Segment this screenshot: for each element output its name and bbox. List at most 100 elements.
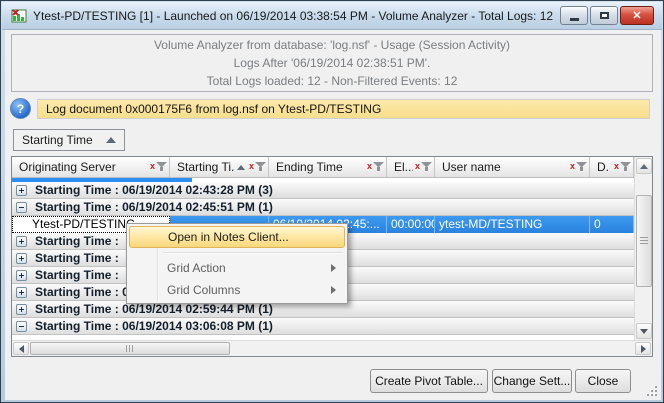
menu-item-label: Grid Action bbox=[167, 261, 226, 275]
submenu-arrow-icon bbox=[331, 286, 336, 294]
column-header-ending-time[interactable]: Ending Timex bbox=[269, 157, 387, 177]
column-header-originating-server[interactable]: Originating Serverx bbox=[12, 157, 170, 177]
context-menu: Open in Notes Client... Grid Action Grid C… bbox=[126, 223, 348, 304]
filter-funnel bbox=[373, 161, 384, 173]
menu-item-label: Grid Columns bbox=[167, 283, 240, 297]
filter-x-mark: x bbox=[367, 161, 372, 171]
cell[interactable]: 00:00:00 bbox=[387, 216, 435, 233]
group-by-chip-starting-time[interactable]: Starting Time bbox=[13, 129, 125, 151]
titlebar[interactable]: Ytest-PD/TESTING [1] - Launched on 06/19… bbox=[2, 2, 662, 30]
group-row[interactable]: Starting Time : 06/19/2014 02:43:28 PM (… bbox=[12, 182, 634, 199]
column-header-label: Originating Server bbox=[19, 160, 148, 174]
column-header-label: El... bbox=[394, 160, 413, 174]
grid-header: Originating ServerxStarting Ti...xEnding… bbox=[12, 157, 634, 178]
expand-icon[interactable] bbox=[16, 185, 27, 196]
expand-icon[interactable] bbox=[16, 304, 27, 315]
scroll-left-button[interactable] bbox=[13, 342, 29, 355]
info-line: Total Logs loaded: 12 - Non-Filtered Eve… bbox=[207, 72, 458, 90]
footer-button-close[interactable]: Close bbox=[575, 369, 631, 393]
filter-icon[interactable]: x bbox=[614, 161, 631, 173]
window-controls: ✕ bbox=[560, 6, 654, 25]
filter-funnel bbox=[156, 161, 167, 173]
thumb-grip bbox=[640, 237, 648, 245]
footer-button-create-pivot-table[interactable]: Create Pivot Table... bbox=[370, 369, 488, 393]
group-row-label: Starting Time : 06/19/2014 02:59:44 PM (… bbox=[35, 302, 273, 316]
close-icon: ✕ bbox=[632, 9, 641, 22]
help-icon: ? bbox=[17, 102, 24, 116]
menu-separator bbox=[163, 252, 343, 253]
filter-funnel bbox=[576, 161, 587, 173]
column-header-label: D. bbox=[597, 160, 612, 174]
filter-funnel bbox=[255, 161, 266, 173]
minimize-button[interactable] bbox=[560, 6, 588, 25]
menu-item-grid-action[interactable]: Grid Action bbox=[129, 257, 345, 279]
help-button[interactable]: ? bbox=[10, 98, 31, 119]
arrow-up-icon bbox=[640, 164, 648, 169]
menu-item-open-in-notes-client[interactable]: Open in Notes Client... bbox=[129, 226, 345, 248]
resize-grip[interactable] bbox=[645, 384, 657, 396]
filter-funnel bbox=[421, 161, 432, 173]
column-header-label: User name bbox=[442, 160, 568, 174]
close-button[interactable]: ✕ bbox=[620, 6, 654, 25]
filter-icon[interactable]: x bbox=[367, 161, 384, 173]
group-row-label: Starting Time : 06/19/2014 03:06:08 PM (… bbox=[35, 319, 273, 333]
cell[interactable]: 0 bbox=[590, 216, 634, 233]
info-line: Logs After '06/19/2014 02:38:51 PM'. bbox=[234, 54, 431, 72]
filter-x-mark: x bbox=[614, 161, 619, 171]
column-header-label: Starting Ti... bbox=[177, 160, 235, 174]
window-frame: Ytest-PD/TESTING [1] - Launched on 06/19… bbox=[0, 0, 664, 403]
summary-info-box: Volume Analyzer from database: 'log.nsf'… bbox=[11, 34, 653, 92]
status-text: Log document 0x000175F6 from log.nsf on … bbox=[46, 102, 381, 116]
sort-asc-icon bbox=[237, 165, 245, 170]
scroll-up-button[interactable] bbox=[636, 158, 652, 174]
expand-icon[interactable] bbox=[16, 270, 27, 281]
column-header-label: Ending Time bbox=[276, 160, 365, 174]
scroll-down-button[interactable] bbox=[636, 323, 652, 339]
group-row[interactable]: Starting Time : 06/19/2014 03:06:08 PM (… bbox=[12, 318, 634, 335]
group-row-label: Starting Time : 06/19/2014 02:43:28 PM (… bbox=[35, 183, 273, 197]
vertical-scroll-thumb[interactable] bbox=[636, 195, 652, 287]
filter-x-mark: x bbox=[150, 161, 155, 171]
group-row-label: Starting Time : bbox=[35, 268, 119, 282]
dialog-content: Volume Analyzer from database: 'log.nsf'… bbox=[5, 30, 661, 400]
window-title: Ytest-PD/TESTING [1] - Launched on 06/19… bbox=[33, 9, 560, 23]
filter-icon[interactable]: x bbox=[415, 161, 432, 173]
footer-button-change-sett[interactable]: Change Sett... bbox=[492, 369, 572, 393]
column-header-user-name[interactable]: User namex bbox=[435, 157, 590, 177]
maximize-button[interactable] bbox=[590, 6, 618, 25]
filter-funnel bbox=[620, 161, 631, 173]
menu-item-label: Open in Notes Client... bbox=[168, 230, 289, 244]
horizontal-scrollbar[interactable] bbox=[12, 340, 652, 356]
filter-icon[interactable]: x bbox=[249, 161, 266, 173]
sort-asc-icon bbox=[106, 137, 116, 143]
arrow-left-icon bbox=[19, 345, 24, 353]
horizontal-scroll-thumb[interactable] bbox=[30, 342, 230, 355]
vertical-scrollbar[interactable] bbox=[634, 157, 652, 340]
expand-icon[interactable] bbox=[16, 236, 27, 247]
arrow-right-icon bbox=[641, 345, 646, 353]
expand-icon[interactable] bbox=[16, 287, 27, 298]
submenu-arrow-icon bbox=[331, 264, 336, 272]
status-bar: Log document 0x000175F6 from log.nsf on … bbox=[37, 99, 650, 119]
collapse-icon[interactable] bbox=[16, 202, 27, 213]
arrow-down-icon bbox=[640, 329, 648, 334]
volume-analyzer-window: Ytest-PD/TESTING [1] - Launched on 06/19… bbox=[0, 0, 664, 403]
thumb-grip bbox=[126, 345, 134, 352]
cell[interactable]: ytest-MD/TESTING bbox=[435, 216, 590, 233]
column-header-starting-ti[interactable]: Starting Ti... x bbox=[170, 157, 269, 177]
filter-icon[interactable]: x bbox=[570, 161, 587, 173]
column-header-d[interactable]: D.x bbox=[590, 157, 634, 177]
collapse-icon[interactable] bbox=[16, 321, 27, 332]
group-row-label: Starting Time : bbox=[35, 251, 119, 265]
column-header-el[interactable]: El...x bbox=[387, 157, 435, 177]
expand-icon[interactable] bbox=[16, 253, 27, 264]
scroll-right-button[interactable] bbox=[635, 342, 651, 355]
info-line: Volume Analyzer from database: 'log.nsf'… bbox=[154, 36, 510, 54]
group-row[interactable]: Starting Time : 06/19/2014 02:45:51 PM (… bbox=[12, 199, 634, 216]
minimize-icon bbox=[570, 18, 579, 21]
menu-item-grid-columns[interactable]: Grid Columns bbox=[129, 279, 345, 301]
group-row-label: Starting Time : bbox=[35, 234, 119, 248]
filter-x-mark: x bbox=[249, 161, 254, 171]
filter-icon[interactable]: x bbox=[150, 161, 167, 173]
filter-x-mark: x bbox=[570, 161, 575, 171]
